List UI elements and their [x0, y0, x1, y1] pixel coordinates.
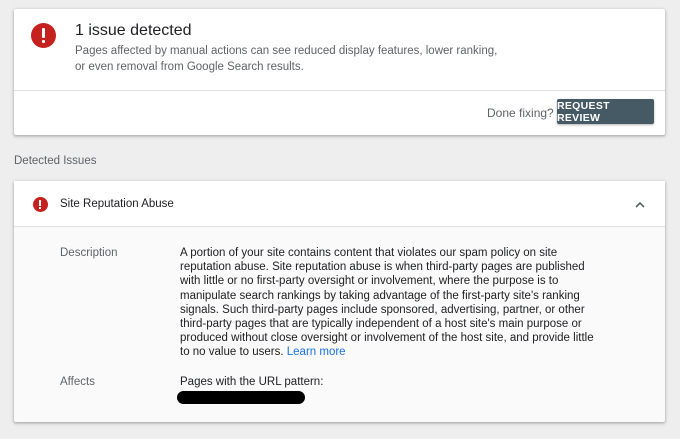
error-icon	[33, 197, 48, 212]
affects-label: Affects	[60, 376, 95, 388]
issue-title: Site Reputation Abuse	[60, 198, 174, 210]
issue-description: A portion of your site contains content …	[180, 246, 600, 360]
issue-header[interactable]: Site Reputation Abuse	[14, 181, 665, 227]
affects-value: Pages with the URL pattern:	[180, 376, 324, 388]
learn-more-link[interactable]: Learn more	[287, 346, 346, 358]
summary-header: 1 issue detected Pages affected by manua…	[14, 9, 665, 90]
done-fixing-text: Done fixing?	[487, 106, 554, 120]
manual-actions-summary-card: 1 issue detected Pages affected by manua…	[14, 9, 665, 135]
issue-card: Site Reputation Abuse Description A port…	[14, 181, 665, 422]
chevron-up-icon[interactable]	[632, 197, 648, 213]
error-icon	[31, 23, 56, 48]
divider	[14, 90, 665, 91]
redacted-url-pattern	[177, 391, 305, 404]
request-review-button[interactable]: REQUEST REVIEW	[557, 99, 654, 124]
summary-description: Pages affected by manual actions can see…	[75, 45, 498, 73]
detected-issues-heading: Detected Issues	[14, 155, 97, 167]
summary-title: 1 issue detected	[75, 22, 192, 39]
description-text: A portion of your site contains content …	[180, 247, 594, 359]
description-label: Description	[60, 247, 118, 259]
